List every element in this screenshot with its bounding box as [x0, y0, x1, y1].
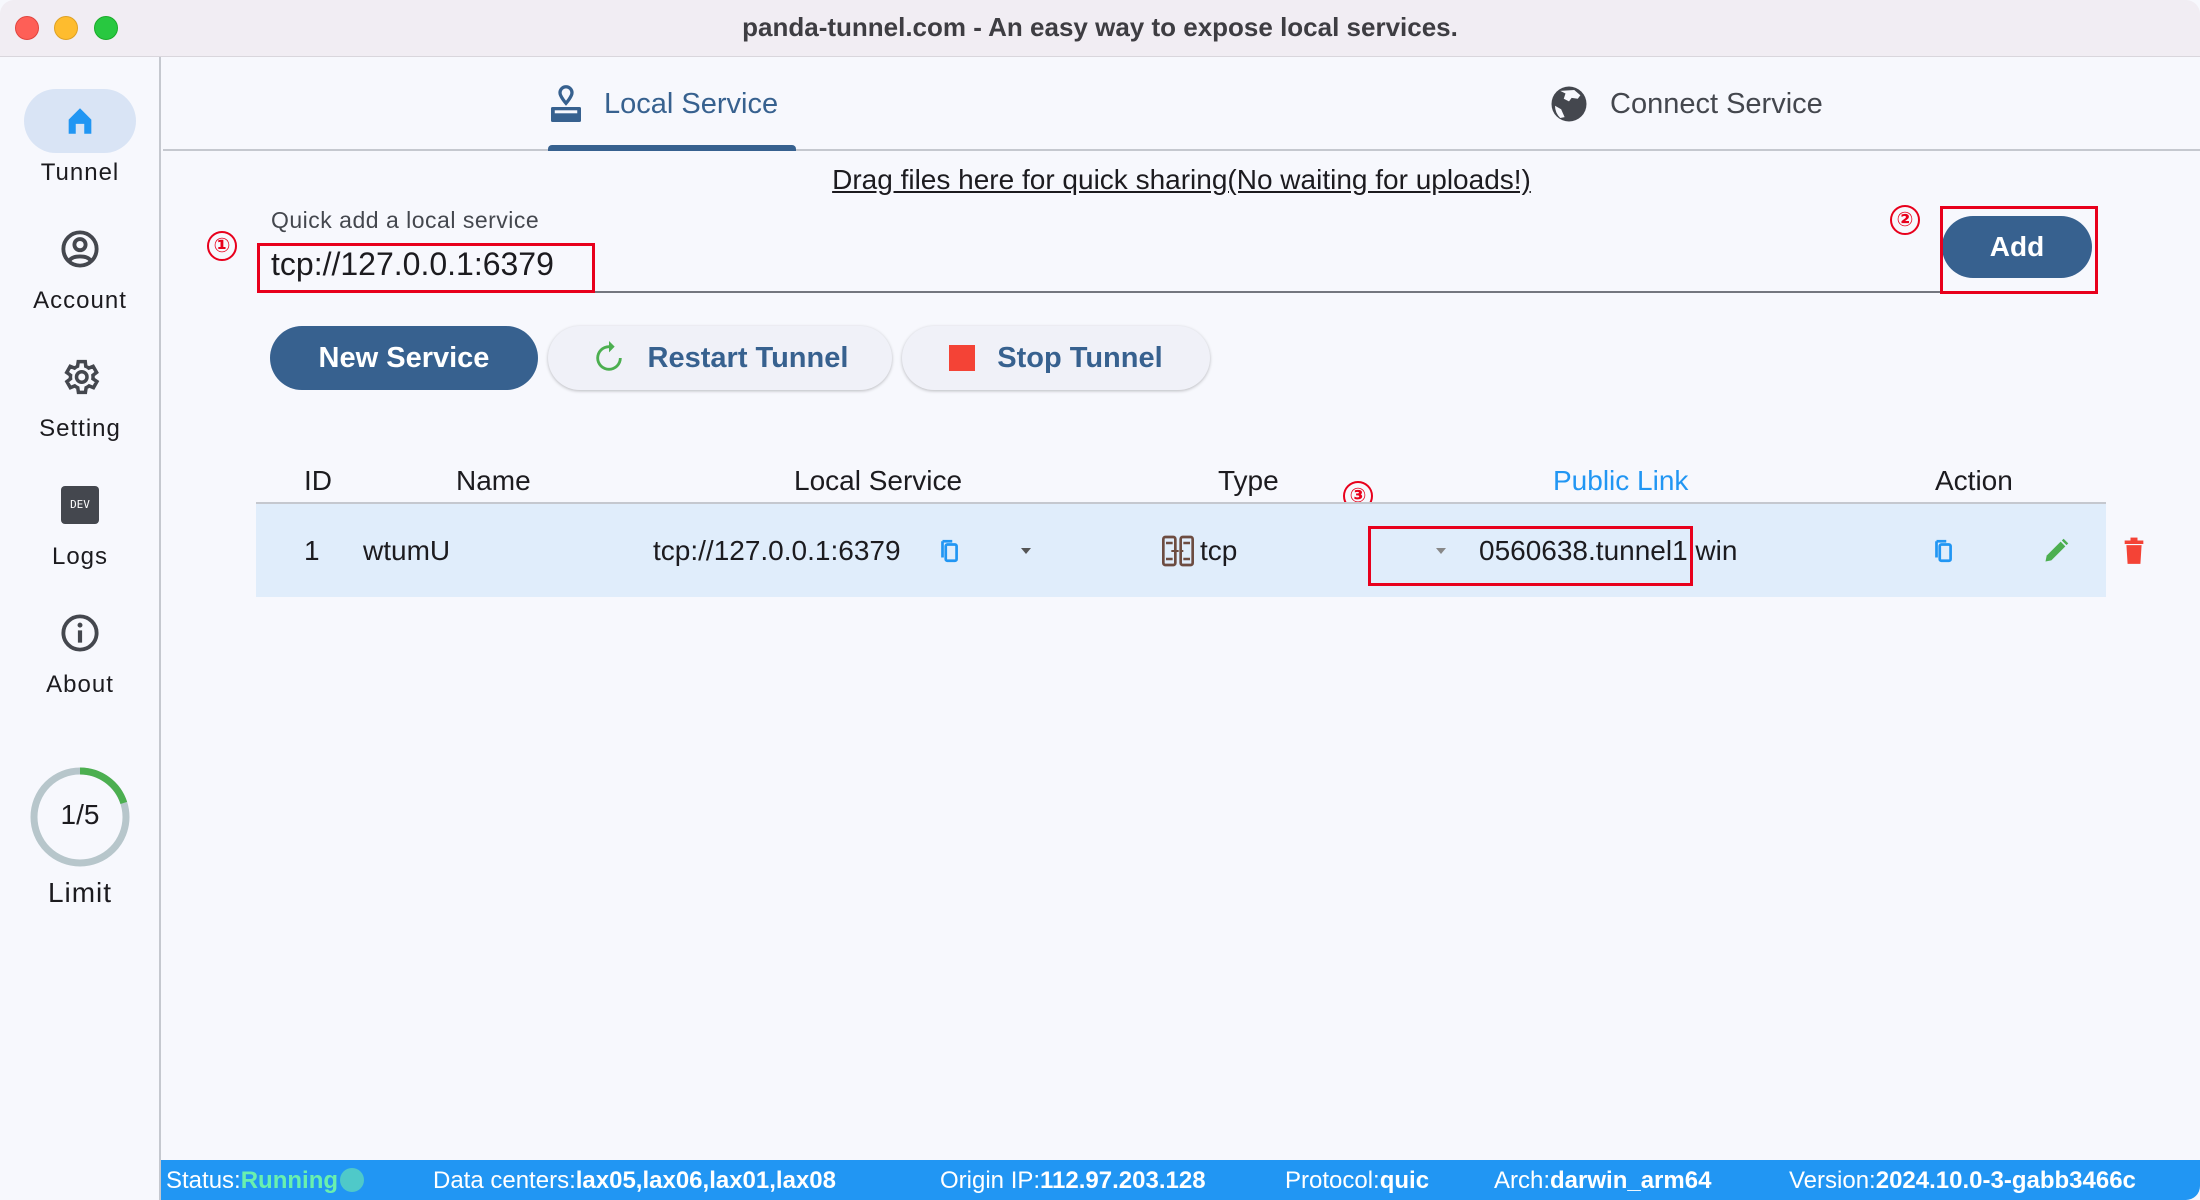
limit-indicator: 1/5 Limit [0, 765, 160, 909]
home-icon [68, 108, 92, 134]
annotation-marker-2: ② [1890, 205, 1920, 235]
sidebar-item-label: Logs [51, 543, 109, 570]
caret-down-icon [1436, 547, 1446, 554]
arch-item: Arch:darwin_arm64 [1494, 1167, 1711, 1195]
sidebar-item-label: Account [33, 287, 127, 314]
data-centers-label: Data centers: [433, 1167, 576, 1194]
active-tab-indicator [548, 145, 796, 151]
tab-label: Local Service [604, 87, 779, 120]
local-service-dropdown[interactable] [1021, 504, 1031, 597]
origin-ip-value: 112.97.203.128 [1040, 1167, 1206, 1194]
table-row[interactable]: 1 wtumU tcp://127.0.0.1:6379 tcp 0560638… [256, 504, 2144, 597]
new-service-button[interactable]: New Service [270, 326, 538, 390]
stamp-pin-icon [551, 85, 581, 122]
button-label: Stop Tunnel [997, 341, 1163, 374]
sidebar-item-label: About [46, 671, 114, 698]
button-label: New Service [318, 341, 490, 374]
action-buttons: New Service Restart Tunnel Stop Tunnel [270, 326, 1210, 390]
sidebar-item-setting[interactable]: Setting [0, 345, 160, 443]
main-content: Local Service Connect Service Drag files… [163, 57, 2200, 1160]
stop-icon [949, 345, 976, 371]
tab-local-service[interactable]: Local Service [548, 57, 778, 151]
sidebar-item-account[interactable]: Account [0, 217, 160, 315]
cell-id: 1 [304, 534, 320, 566]
caret-down-icon [1021, 547, 1031, 554]
data-centers-value: lax05,lax06,lax01,lax08 [575, 1167, 836, 1194]
cell-type: tcp [1162, 504, 1237, 597]
column-header-local-service: Local Service [794, 465, 963, 496]
version-item: Version:2024.10.0-3-gabb3466c [1789, 1167, 2136, 1195]
column-header-type: Type [1218, 465, 1279, 496]
arch-label: Arch: [1494, 1167, 1551, 1194]
tcp-type-icon [1162, 535, 1194, 566]
pencil-icon [2045, 538, 2069, 561]
column-header-action: Action [1935, 465, 2013, 496]
limit-count: 1/5 [60, 799, 100, 830]
sidebar-item-tunnel[interactable]: Tunnel [0, 89, 160, 187]
type-dropdown[interactable] [1436, 504, 1446, 597]
copy-icon [941, 539, 958, 562]
cell-public-link[interactable]: 0560638.tunnel1.win [1479, 504, 1737, 597]
tab-connect-service[interactable]: Connect Service [1548, 57, 1823, 151]
globe-icon [1551, 86, 1587, 122]
type-value: tcp [1200, 534, 1238, 566]
annotation-marker-1: ① [207, 231, 237, 261]
sidebar-item-about[interactable]: About [0, 601, 160, 699]
window-title: panda-tunnel.com - An easy way to expose… [742, 12, 1458, 42]
status-value: Running [240, 1167, 339, 1194]
status-item: Status:Running [166, 1167, 365, 1195]
limit-progress-ring: 1/5 [28, 765, 132, 869]
protocol-value: quic [1379, 1167, 1430, 1194]
sidebar: Tunnel Account Setting DEV Logs About 1/… [0, 57, 161, 1200]
column-header-public-link[interactable]: Public Link [1553, 465, 1688, 497]
trash-icon [2124, 537, 2144, 564]
edit-button[interactable] [2042, 504, 2070, 597]
title-bar: panda-tunnel.com - An easy way to expose… [0, 0, 2200, 57]
info-icon [61, 614, 99, 652]
protocol-label: Protocol: [1285, 1167, 1380, 1194]
version-label: Version: [1789, 1167, 1876, 1194]
tab-bar: Local Service Connect Service [163, 57, 2200, 151]
status-bar: Status:Running Data centers:lax05,lax06,… [161, 1160, 2200, 1200]
arch-value: darwin_arm64 [1550, 1167, 1712, 1194]
account-circle-icon [61, 230, 99, 268]
copy-local-service-button[interactable] [938, 504, 960, 597]
drag-files-link[interactable]: Drag files here for quick sharing(No wai… [163, 164, 2200, 196]
limit-label: Limit [47, 877, 113, 908]
dev-icon: DEV [61, 486, 99, 524]
status-dot-icon [340, 1168, 365, 1192]
stop-tunnel-button[interactable]: Stop Tunnel [902, 326, 1210, 390]
cell-name: wtumU [363, 534, 451, 566]
origin-ip-label: Origin IP: [940, 1167, 1041, 1194]
column-header-name: Name [456, 465, 531, 496]
data-centers-item: Data centers:lax05,lax06,lax01,lax08 [433, 1167, 836, 1195]
app-window: panda-tunnel.com - An easy way to expose… [0, 0, 2200, 1200]
status-label: Status: [166, 1167, 241, 1194]
version-value: 2024.10.0-3-gabb3466c [1875, 1167, 2136, 1194]
add-button[interactable]: Add [1942, 216, 2092, 278]
quick-add-input[interactable] [271, 237, 2051, 293]
delete-button[interactable] [2122, 504, 2146, 597]
copy-icon [1935, 539, 1952, 562]
restart-tunnel-button[interactable]: Restart Tunnel [548, 326, 892, 390]
cell-local-service: tcp://127.0.0.1:6379 [653, 534, 901, 566]
button-label: Restart Tunnel [647, 341, 849, 374]
sidebar-item-label: Tunnel [40, 159, 120, 186]
sidebar-item-label: Setting [39, 415, 121, 442]
protocol-item: Protocol:quic [1285, 1167, 1429, 1195]
nav-indicator [24, 89, 136, 153]
gear-icon [64, 359, 100, 395]
origin-ip-item: Origin IP:112.97.203.128 [940, 1167, 1206, 1195]
restart-icon [595, 341, 622, 371]
copy-public-link-button[interactable] [1932, 504, 1954, 597]
tab-label: Connect Service [1610, 87, 1823, 120]
column-header-id: ID [304, 465, 332, 496]
sidebar-item-logs[interactable]: DEV Logs [0, 473, 160, 571]
quick-add-label: Quick add a local service [271, 207, 540, 233]
